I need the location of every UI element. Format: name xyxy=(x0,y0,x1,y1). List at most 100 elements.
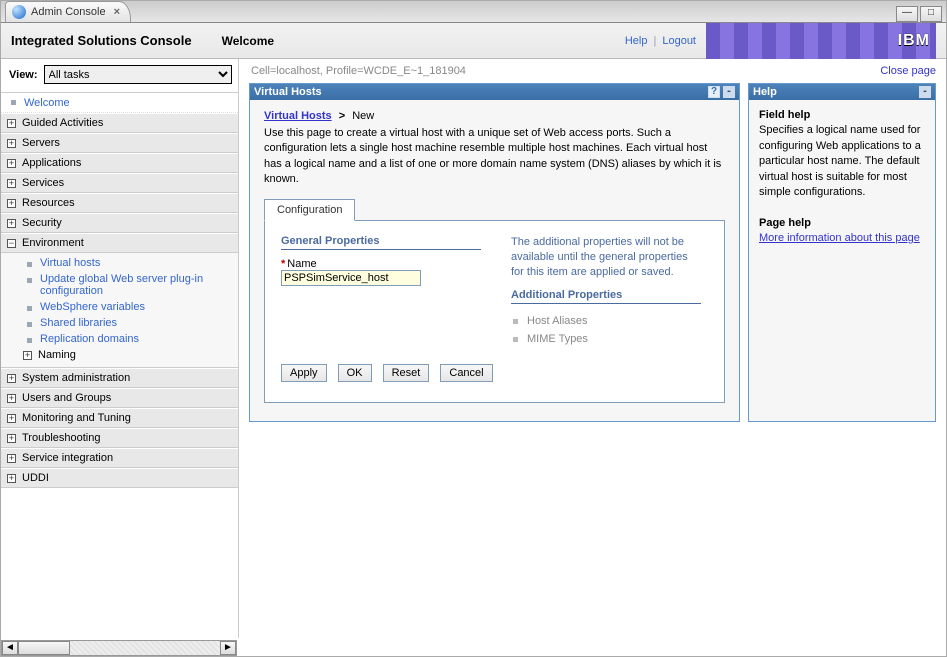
nav-welcome-link[interactable]: Welcome xyxy=(24,97,70,109)
collapse-icon[interactable]: − xyxy=(7,239,16,248)
view-selector-row: View: All tasks xyxy=(1,59,238,92)
tab-configuration[interactable]: Configuration xyxy=(264,199,355,221)
view-select[interactable]: All tasks xyxy=(44,65,232,84)
nav-troubleshooting[interactable]: +Troubleshooting xyxy=(1,428,238,448)
expand-icon[interactable]: + xyxy=(7,139,16,148)
button-row: Apply OK Reset Cancel xyxy=(281,364,708,382)
apply-button[interactable]: Apply xyxy=(281,364,327,382)
nav-resources[interactable]: +Resources xyxy=(1,193,238,213)
help-panel-title: Help xyxy=(753,86,777,98)
nav-naming[interactable]: +Naming xyxy=(1,347,238,363)
breadcrumb: Virtual Hosts > New xyxy=(264,110,725,122)
reset-button[interactable]: Reset xyxy=(383,364,430,382)
panel-minimize-icon[interactable]: - xyxy=(723,86,735,98)
close-tab-icon[interactable]: × xyxy=(114,6,120,18)
help-panel: Help - Field help Specifies a logical na… xyxy=(748,83,936,422)
nav-security[interactable]: +Security xyxy=(1,213,238,233)
additional-properties-col: The additional properties will not be av… xyxy=(511,235,701,348)
panel-minimize-icon[interactable]: - xyxy=(919,86,931,98)
context-line: Cell=localhost, Profile=WCDE_E~1_181904 … xyxy=(249,63,936,83)
maximize-button[interactable]: □ xyxy=(920,6,942,22)
nav-tree: Welcome +Guided Activities +Servers +App… xyxy=(1,92,238,638)
help-body: Field help Specifies a logical name used… xyxy=(749,100,935,255)
panel-title: Virtual Hosts xyxy=(254,86,322,98)
expand-icon[interactable]: + xyxy=(7,119,16,128)
browser-tab-title: Admin Console xyxy=(31,6,106,18)
more-info-link[interactable]: More information about this page xyxy=(759,232,920,244)
nav-websphere-variables[interactable]: WebSphere variables xyxy=(1,299,238,315)
brand-banner: IBM xyxy=(706,23,936,59)
general-properties-heading: General Properties xyxy=(281,235,481,250)
expand-icon[interactable]: + xyxy=(7,374,16,383)
scroll-track[interactable] xyxy=(70,641,220,655)
expand-icon[interactable]: + xyxy=(7,199,16,208)
tab-row: Configuration xyxy=(264,198,725,220)
sidebar-hscrollbar[interactable]: ◄ ► xyxy=(1,640,237,656)
window-tabstrip: Admin Console × — □ xyxy=(1,1,946,23)
bullet-icon xyxy=(11,100,16,105)
scroll-left-icon[interactable]: ◄ xyxy=(2,641,18,655)
help-link[interactable]: Help xyxy=(625,35,648,47)
breadcrumb-sep: > xyxy=(339,110,345,122)
expand-icon[interactable]: + xyxy=(23,351,32,360)
nav-guided-activities[interactable]: +Guided Activities xyxy=(1,113,238,133)
required-icon: * xyxy=(281,258,285,270)
nav-welcome[interactable]: Welcome xyxy=(1,93,238,113)
panel-body: Virtual Hosts > New Use this page to cre… xyxy=(250,100,739,421)
help-panel-header: Help - xyxy=(749,84,935,100)
nav-service-integration[interactable]: +Service integration xyxy=(1,448,238,468)
panel-help-icon[interactable]: ? xyxy=(708,86,720,98)
nav-update-plugin[interactable]: Update global Web server plug-in configu… xyxy=(1,271,238,299)
page-description: Use this page to create a virtual host w… xyxy=(264,126,725,188)
nav-uddi[interactable]: +UDDI xyxy=(1,468,238,488)
sidebar: View: All tasks Welcome +Guided Activiti… xyxy=(1,59,239,638)
browser-tab[interactable]: Admin Console × xyxy=(5,1,131,22)
name-input[interactable] xyxy=(281,270,421,286)
page-help-heading: Page help xyxy=(759,217,811,229)
field-help-heading: Field help xyxy=(759,109,810,121)
nav-environment[interactable]: −Environment xyxy=(1,233,238,253)
nav-services[interactable]: +Services xyxy=(1,173,238,193)
nav-servers[interactable]: +Servers xyxy=(1,133,238,153)
nav-shared-libraries[interactable]: Shared libraries xyxy=(1,315,238,331)
nav-system-administration[interactable]: +System administration xyxy=(1,368,238,388)
expand-icon[interactable]: + xyxy=(7,219,16,228)
welcome-label: Welcome xyxy=(222,34,274,48)
additional-properties-heading: Additional Properties xyxy=(511,289,701,304)
logout-link[interactable]: Logout xyxy=(662,35,696,47)
nav-users-groups[interactable]: +Users and Groups xyxy=(1,388,238,408)
expand-icon[interactable]: + xyxy=(7,454,16,463)
header-bar: Integrated Solutions Console Welcome Hel… xyxy=(1,23,946,59)
expand-icon[interactable]: + xyxy=(7,414,16,423)
breadcrumb-current: New xyxy=(352,110,374,122)
nav-monitoring-tuning[interactable]: +Monitoring and Tuning xyxy=(1,408,238,428)
expand-icon[interactable]: + xyxy=(7,474,16,483)
expand-icon[interactable]: + xyxy=(7,394,16,403)
nav-environment-children: Virtual hosts Update global Web server p… xyxy=(1,253,238,368)
general-properties-col: General Properties *Name xyxy=(281,235,481,348)
additional-unavailable-text: The additional properties will not be av… xyxy=(511,235,701,281)
close-page-link[interactable]: Close page xyxy=(880,65,936,77)
breadcrumb-link[interactable]: Virtual Hosts xyxy=(264,110,332,122)
separator: | xyxy=(653,35,656,47)
scroll-right-icon[interactable]: ► xyxy=(220,641,236,655)
expand-icon[interactable]: + xyxy=(7,159,16,168)
ap-mime-types: MIME Types xyxy=(511,330,701,348)
console-title: Integrated Solutions Console xyxy=(11,33,192,48)
scroll-thumb[interactable] xyxy=(18,641,70,655)
name-label: Name xyxy=(287,258,316,270)
expand-icon[interactable]: + xyxy=(7,179,16,188)
content-area: Cell=localhost, Profile=WCDE_E~1_181904 … xyxy=(239,59,946,638)
field-help-text: Specifies a logical name used for config… xyxy=(759,124,921,198)
view-label: View: xyxy=(9,69,38,81)
globe-icon xyxy=(12,5,26,19)
form-box: General Properties *Name The additional … xyxy=(264,220,725,403)
context-text: Cell=localhost, Profile=WCDE_E~1_181904 xyxy=(251,65,466,77)
nav-virtual-hosts[interactable]: Virtual hosts xyxy=(1,255,238,271)
nav-applications[interactable]: +Applications xyxy=(1,153,238,173)
minimize-button[interactable]: — xyxy=(896,6,918,22)
nav-replication-domains[interactable]: Replication domains xyxy=(1,331,238,347)
expand-icon[interactable]: + xyxy=(7,434,16,443)
cancel-button[interactable]: Cancel xyxy=(440,364,492,382)
ok-button[interactable]: OK xyxy=(338,364,372,382)
